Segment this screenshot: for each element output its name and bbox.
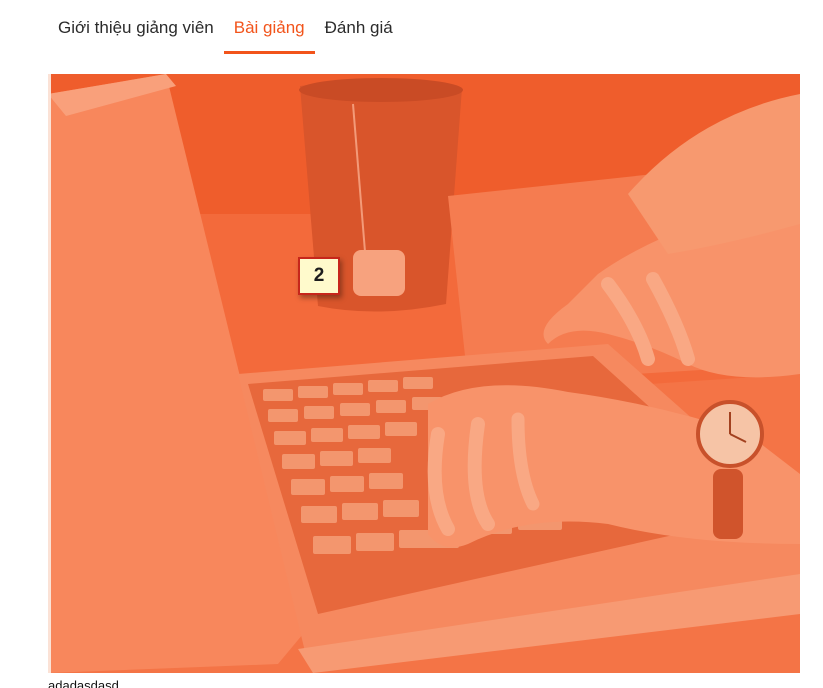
step-marker-number: 2 xyxy=(313,265,325,286)
step-marker-badge[interactable]: 2 xyxy=(298,257,340,295)
tab-bai-giang[interactable]: Bài giảng xyxy=(223,14,315,54)
lesson-image xyxy=(48,74,800,673)
tab-danh-gia[interactable]: Đánh giá xyxy=(315,14,403,50)
tab-bar: Giới thiệu giảng viên Bài giảng Đánh giá xyxy=(48,14,403,54)
page: Giới thiệu giảng viên Bài giảng Đánh giá xyxy=(0,0,823,688)
lesson-caption: adadasdasd xyxy=(48,678,119,688)
tab-label: Giới thiệu giảng viên xyxy=(58,18,214,37)
tab-gioi-thieu-giang-vien[interactable]: Giới thiệu giảng viên xyxy=(48,14,224,50)
tab-label: Bài giảng xyxy=(233,18,305,37)
laptop-typing-illustration xyxy=(48,74,800,673)
tab-label: Đánh giá xyxy=(324,18,393,37)
